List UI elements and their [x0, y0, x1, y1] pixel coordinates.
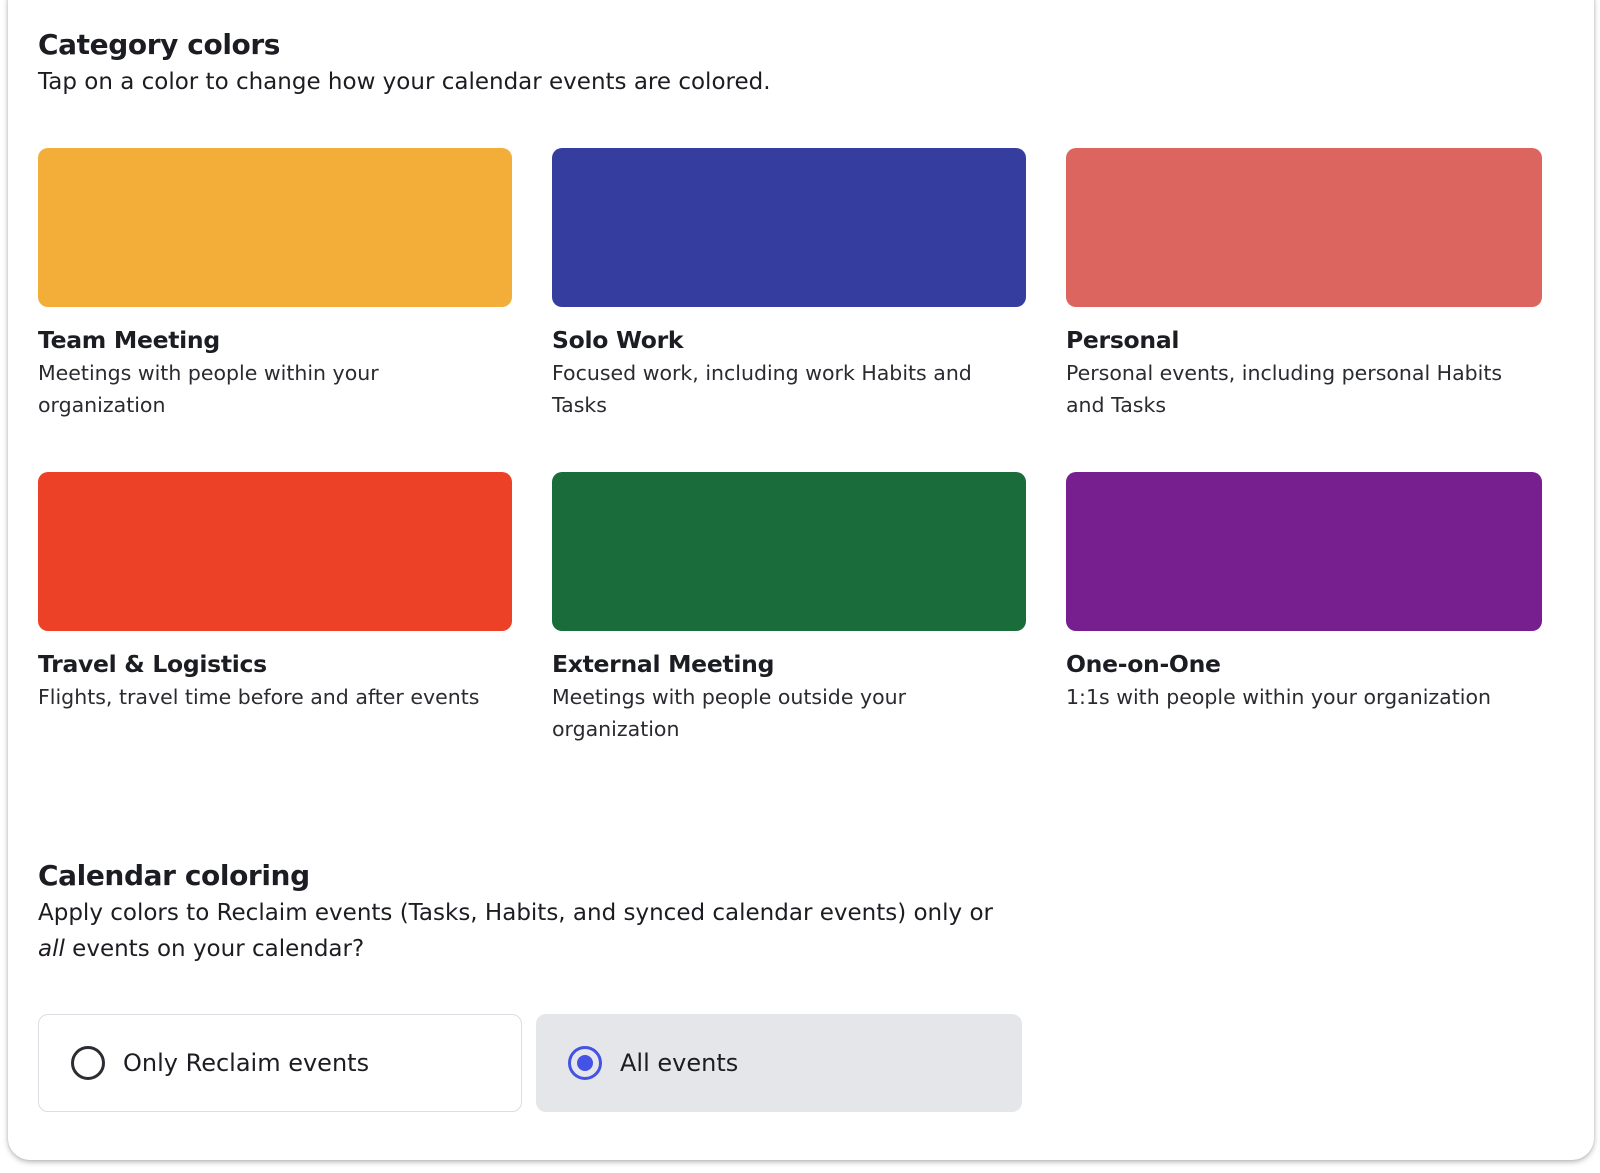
category-personal[interactable]: Personal Personal events, including pers… — [1066, 148, 1542, 417]
color-swatch-one-on-one[interactable] — [1066, 472, 1542, 631]
category-name: Personal — [1066, 326, 1180, 354]
calendar-coloring-options: Only Reclaim events All events — [38, 1014, 1022, 1112]
calendar-coloring-title: Calendar coloring — [38, 859, 310, 892]
radio-checked-icon[interactable] — [568, 1046, 602, 1080]
option-label: All events — [620, 1049, 739, 1077]
option-label: Only Reclaim events — [123, 1049, 370, 1077]
category-description: Meetings with people within your organiz… — [38, 361, 379, 417]
description-emphasis: all — [38, 936, 65, 962]
color-swatch-external-meeting[interactable] — [552, 472, 1026, 631]
color-swatch-team-meeting[interactable] — [38, 148, 512, 307]
category-name: Team Meeting — [38, 326, 220, 354]
color-swatch-solo-work[interactable] — [552, 148, 1026, 307]
category-colors-subtitle: Tap on a color to change how your calend… — [38, 69, 771, 95]
option-only-reclaim-events[interactable]: Only Reclaim events — [38, 1014, 522, 1112]
category-one-on-one[interactable]: One-on-One 1:1s with people within your … — [1066, 472, 1542, 739]
category-description: Focused work, including work Habits and … — [552, 361, 972, 417]
color-swatch-personal[interactable] — [1066, 148, 1542, 307]
option-all-events[interactable]: All events — [536, 1014, 1022, 1112]
category-name: Solo Work — [552, 326, 684, 354]
category-description: Flights, travel time before and after ev… — [38, 685, 480, 709]
calendar-coloring-description: Apply colors to Reclaim events (Tasks, H… — [38, 895, 1118, 967]
category-colors-title: Category colors — [38, 28, 281, 61]
category-description: Meetings with people outside your organi… — [552, 685, 907, 741]
category-name: Travel & Logistics — [38, 650, 267, 678]
category-solo-work[interactable]: Solo Work Focused work, including work H… — [552, 148, 1026, 417]
radio-dot — [577, 1055, 593, 1071]
radio-unchecked-icon[interactable] — [71, 1046, 105, 1080]
category-external-meeting[interactable]: External Meeting Meetings with people ou… — [552, 472, 1026, 741]
description-text: Apply colors to Reclaim events (Tasks, H… — [38, 900, 993, 926]
category-name: External Meeting — [552, 650, 775, 678]
category-travel-logistics[interactable]: Travel & Logistics Flights, travel time … — [38, 472, 512, 739]
color-swatch-travel-logistics[interactable] — [38, 472, 512, 631]
category-grid: Team Meeting Meetings with people within… — [38, 148, 1550, 741]
description-text-end: events on your calendar? — [64, 936, 365, 962]
category-description: Personal events, including personal Habi… — [1066, 361, 1503, 417]
category-description: 1:1s with people within your organizatio… — [1066, 685, 1491, 709]
category-name: One-on-One — [1066, 650, 1221, 678]
category-team-meeting[interactable]: Team Meeting Meetings with people within… — [38, 148, 512, 417]
